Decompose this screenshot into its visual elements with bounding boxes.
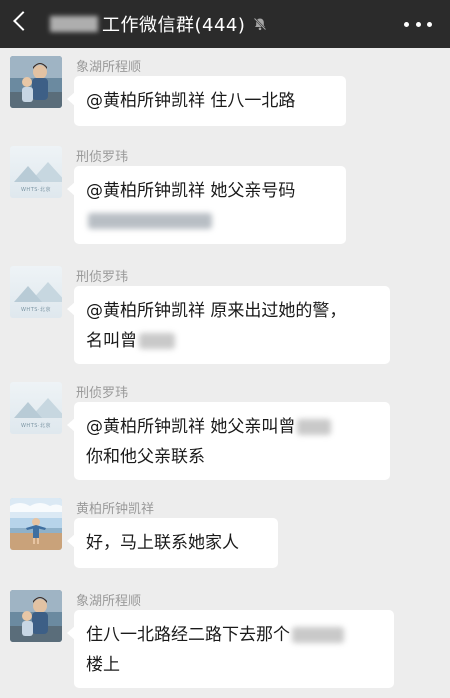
photo-avatar-mother-child[interactable] [10, 590, 62, 642]
message-item: WHTS·北京 刑侦罗玮 @黄柏所钟凯祥 原来出过她的警， 名叫曾 [0, 262, 450, 370]
message-item: 黄柏所钟凯祥 好，马上联系她家人 [0, 494, 450, 574]
message-bubble[interactable]: 好，马上联系她家人 [67, 518, 278, 568]
sender-name: 象湖所程顺 [76, 594, 142, 609]
message-text: 你和他父亲联系 [86, 447, 205, 467]
landscape-avatar[interactable]: WHTS·北京 [10, 382, 62, 434]
redacted-building-name [292, 627, 344, 643]
message-item: WHTS·北京 刑侦罗玮 @黄柏所钟凯祥 她父亲号码 [0, 142, 450, 247]
mute-icon [253, 17, 267, 31]
back-icon[interactable] [13, 11, 33, 31]
message-item: 象湖所程顺 住八一北路经二路下去那个 楼上 [0, 586, 450, 694]
landscape-avatar[interactable]: WHTS·北京 [10, 146, 62, 198]
sender-name: 黄柏所钟凯祥 [76, 502, 155, 517]
message-item: WHTS·北京 刑侦罗玮 @黄柏所钟凯祥 她父亲叫曾 你和他父亲联系 [0, 378, 450, 486]
message-text: @黄柏所钟凯祥 她父亲号码 [86, 181, 296, 201]
redacted-name [297, 419, 332, 435]
redacted-phone-number [86, 206, 334, 236]
message-item: 象湖所程顺 @黄柏所钟凯祥 住八一北路 [0, 52, 450, 130]
redacted-title-prefix [50, 16, 98, 32]
message-text: @黄柏所钟凯祥 原来出过她的警， [86, 301, 347, 321]
sender-name: 刑侦罗玮 [76, 386, 129, 401]
message-bubble[interactable]: 住八一北路经二路下去那个 楼上 [67, 610, 394, 688]
message-text: @黄柏所钟凯祥 住八一北路 [86, 91, 296, 111]
landscape-avatar[interactable]: WHTS·北京 [10, 266, 62, 318]
message-bubble[interactable]: @黄柏所钟凯祥 她父亲叫曾 你和他父亲联系 [67, 402, 390, 480]
sender-name: 刑侦罗玮 [76, 150, 129, 165]
chat-title-group: 工作微信群(444) [50, 0, 267, 48]
sender-name: 刑侦罗玮 [76, 270, 129, 285]
photo-avatar-beach[interactable] [10, 498, 62, 550]
message-text: 名叫曾 [86, 331, 137, 351]
message-bubble[interactable]: @黄柏所钟凯祥 原来出过她的警， 名叫曾 [67, 286, 390, 364]
redacted-name [139, 333, 175, 349]
photo-avatar-mother-child[interactable] [10, 56, 62, 108]
message-bubble[interactable]: @黄柏所钟凯祥 她父亲号码 [67, 166, 346, 244]
chat-title: 工作微信群(444) [102, 15, 246, 36]
chat-header: 工作微信群(444) [0, 0, 450, 48]
sender-name: 象湖所程顺 [76, 60, 142, 75]
message-bubble[interactable]: @黄柏所钟凯祥 住八一北路 [67, 76, 346, 126]
message-text: 好，马上联系她家人 [86, 533, 239, 553]
message-text: 住八一北路经二路下去那个 [86, 625, 290, 645]
more-icon[interactable] [404, 14, 432, 34]
message-text: @黄柏所钟凯祥 她父亲叫曾 [86, 417, 296, 437]
message-text: 楼上 [86, 655, 120, 675]
